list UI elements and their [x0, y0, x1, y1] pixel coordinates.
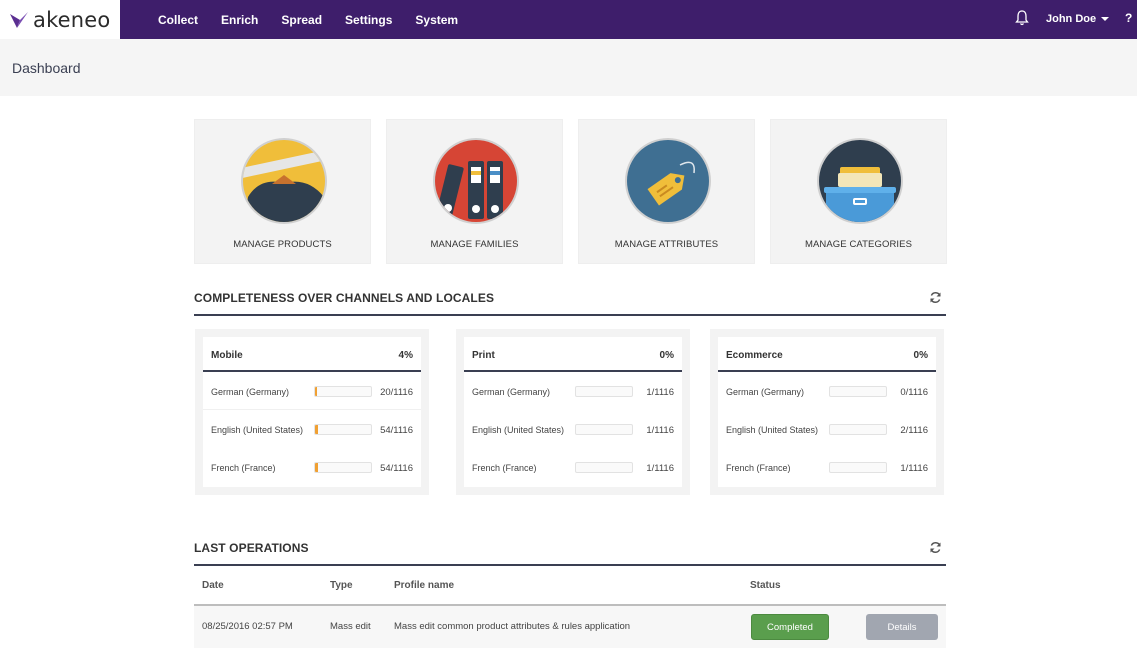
channel-card-mobile: Mobile 4% German (Germany) 20/1116 Engli…: [195, 329, 429, 495]
locale-count: 1/1116: [646, 387, 674, 398]
channel-name: Ecommerce: [726, 350, 783, 361]
akeneo-logo-icon: [10, 11, 28, 28]
page-title: Dashboard: [12, 60, 81, 76]
channel-card-body: Ecommerce 0% German (Germany) 0/1116 Eng…: [718, 337, 936, 487]
locale-count: 1/1116: [900, 463, 928, 474]
completeness-progress-bar: [575, 462, 633, 473]
categories-icon: [817, 138, 903, 224]
page-header: Dashboard: [0, 39, 1137, 96]
logo-text: akeneo: [33, 7, 111, 32]
locale-row: French (France) 1/1116: [718, 448, 936, 486]
tile-label: MANAGE PRODUCTS: [233, 239, 332, 250]
column-header-profile[interactable]: Profile name: [394, 580, 454, 591]
channel-name: Print: [472, 350, 495, 361]
details-button[interactable]: Details: [866, 614, 938, 640]
channel-header: Mobile 4%: [203, 337, 421, 372]
locale-name: English (United States): [211, 425, 304, 435]
channel-name: Mobile: [211, 350, 243, 361]
products-icon: [241, 138, 327, 224]
channel-card-body: Mobile 4% German (Germany) 20/1116 Engli…: [203, 337, 421, 487]
channel-percentage: 0%: [659, 350, 674, 361]
locale-name: German (Germany): [726, 387, 805, 397]
channel-header: Ecommerce 0%: [718, 337, 936, 372]
column-header-status[interactable]: Status: [750, 580, 781, 591]
last-operations-title: LAST OPERATIONS: [194, 541, 309, 555]
completeness-progress-bar: [575, 424, 633, 435]
nav-collect[interactable]: Collect: [158, 13, 198, 27]
nav-system[interactable]: System: [415, 13, 458, 27]
section-divider: [194, 564, 946, 566]
locale-row: German (Germany) 20/1116: [203, 372, 421, 410]
families-icon: [433, 138, 519, 224]
status-badge: Completed: [751, 614, 829, 640]
locale-count: 1/1116: [646, 425, 674, 436]
nav-enrich[interactable]: Enrich: [221, 13, 258, 27]
locale-row: English (United States) 1/1116: [464, 410, 682, 448]
tile-manage-families[interactable]: MANAGE FAMILIES: [386, 119, 563, 264]
operation-date: 08/25/2016 02:57 PM: [202, 621, 293, 632]
column-header-date[interactable]: Date: [202, 580, 224, 591]
attributes-icon: [625, 138, 711, 224]
channel-card-ecommerce: Ecommerce 0% German (Germany) 0/1116 Eng…: [710, 329, 944, 495]
nav-spread[interactable]: Spread: [281, 13, 322, 27]
top-navigation-bar: akeneo Collect Enrich Spread Settings Sy…: [0, 0, 1137, 39]
completeness-progress-bar: [829, 386, 887, 397]
completeness-progress-bar: [314, 386, 372, 397]
locale-count: 1/1116: [646, 463, 674, 474]
channel-card-body: Print 0% German (Germany) 1/1116 English…: [464, 337, 682, 487]
locale-row: French (France) 1/1116: [464, 448, 682, 486]
channel-percentage: 0%: [913, 350, 928, 361]
completeness-progress-bar: [829, 424, 887, 435]
tile-manage-categories[interactable]: MANAGE CATEGORIES: [770, 119, 947, 264]
section-divider: [194, 314, 946, 316]
locale-count: 20/1116: [380, 387, 413, 398]
locale-count: 0/1116: [900, 387, 928, 398]
locale-name: French (France): [472, 463, 537, 473]
completeness-progress-bar: [314, 424, 372, 435]
locale-row: English (United States) 54/1116: [203, 410, 421, 448]
channel-percentage: 4%: [398, 350, 413, 361]
locale-count: 2/1116: [900, 425, 928, 436]
tile-label: MANAGE CATEGORIES: [804, 239, 913, 250]
locale-row: German (Germany) 0/1116: [718, 372, 936, 410]
locale-name: English (United States): [472, 425, 565, 435]
progress-fill: [315, 425, 318, 434]
locale-name: English (United States): [726, 425, 819, 435]
completeness-progress-bar: [314, 462, 372, 473]
progress-fill: [315, 387, 317, 396]
refresh-icon[interactable]: [929, 291, 942, 304]
tile-manage-products[interactable]: MANAGE PRODUCTS: [194, 119, 371, 264]
column-header-type[interactable]: Type: [330, 580, 353, 591]
channel-header: Print 0%: [464, 337, 682, 372]
nav-settings[interactable]: Settings: [345, 13, 392, 27]
locale-name: German (Germany): [211, 387, 290, 397]
user-menu[interactable]: John Doe: [1046, 13, 1110, 25]
locale-count: 54/1116: [380, 425, 413, 436]
user-name: John Doe: [1046, 13, 1097, 25]
channel-card-print: Print 0% German (Germany) 1/1116 English…: [456, 329, 690, 495]
chevron-down-icon: [1101, 17, 1110, 22]
completeness-title: COMPLETENESS OVER CHANNELS AND LOCALES: [194, 291, 495, 305]
locale-name: German (Germany): [472, 387, 551, 397]
completeness-progress-bar: [575, 386, 633, 397]
tile-label: MANAGE ATTRIBUTES: [614, 239, 719, 250]
operation-type: Mass edit: [330, 621, 371, 632]
refresh-icon[interactable]: [929, 541, 942, 554]
notification-bell-icon[interactable]: [1015, 10, 1029, 26]
akeneo-logo[interactable]: akeneo: [0, 0, 120, 39]
locale-row: German (Germany) 1/1116: [464, 372, 682, 410]
tile-label: MANAGE FAMILIES: [430, 239, 519, 250]
locale-row: French (France) 54/1116: [203, 448, 421, 486]
progress-fill: [315, 463, 318, 472]
completeness-progress-bar: [829, 462, 887, 473]
locale-row: English (United States) 2/1116: [718, 410, 936, 448]
locale-name: French (France): [726, 463, 791, 473]
tile-manage-attributes[interactable]: MANAGE ATTRIBUTES: [578, 119, 755, 264]
locale-count: 54/1116: [380, 463, 413, 474]
locale-name: French (France): [211, 463, 276, 473]
help-icon[interactable]: ?: [1125, 11, 1132, 25]
main-nav: Collect Enrich Spread Settings System: [158, 0, 481, 39]
operation-profile: Mass edit common product attributes & ru…: [394, 621, 631, 632]
